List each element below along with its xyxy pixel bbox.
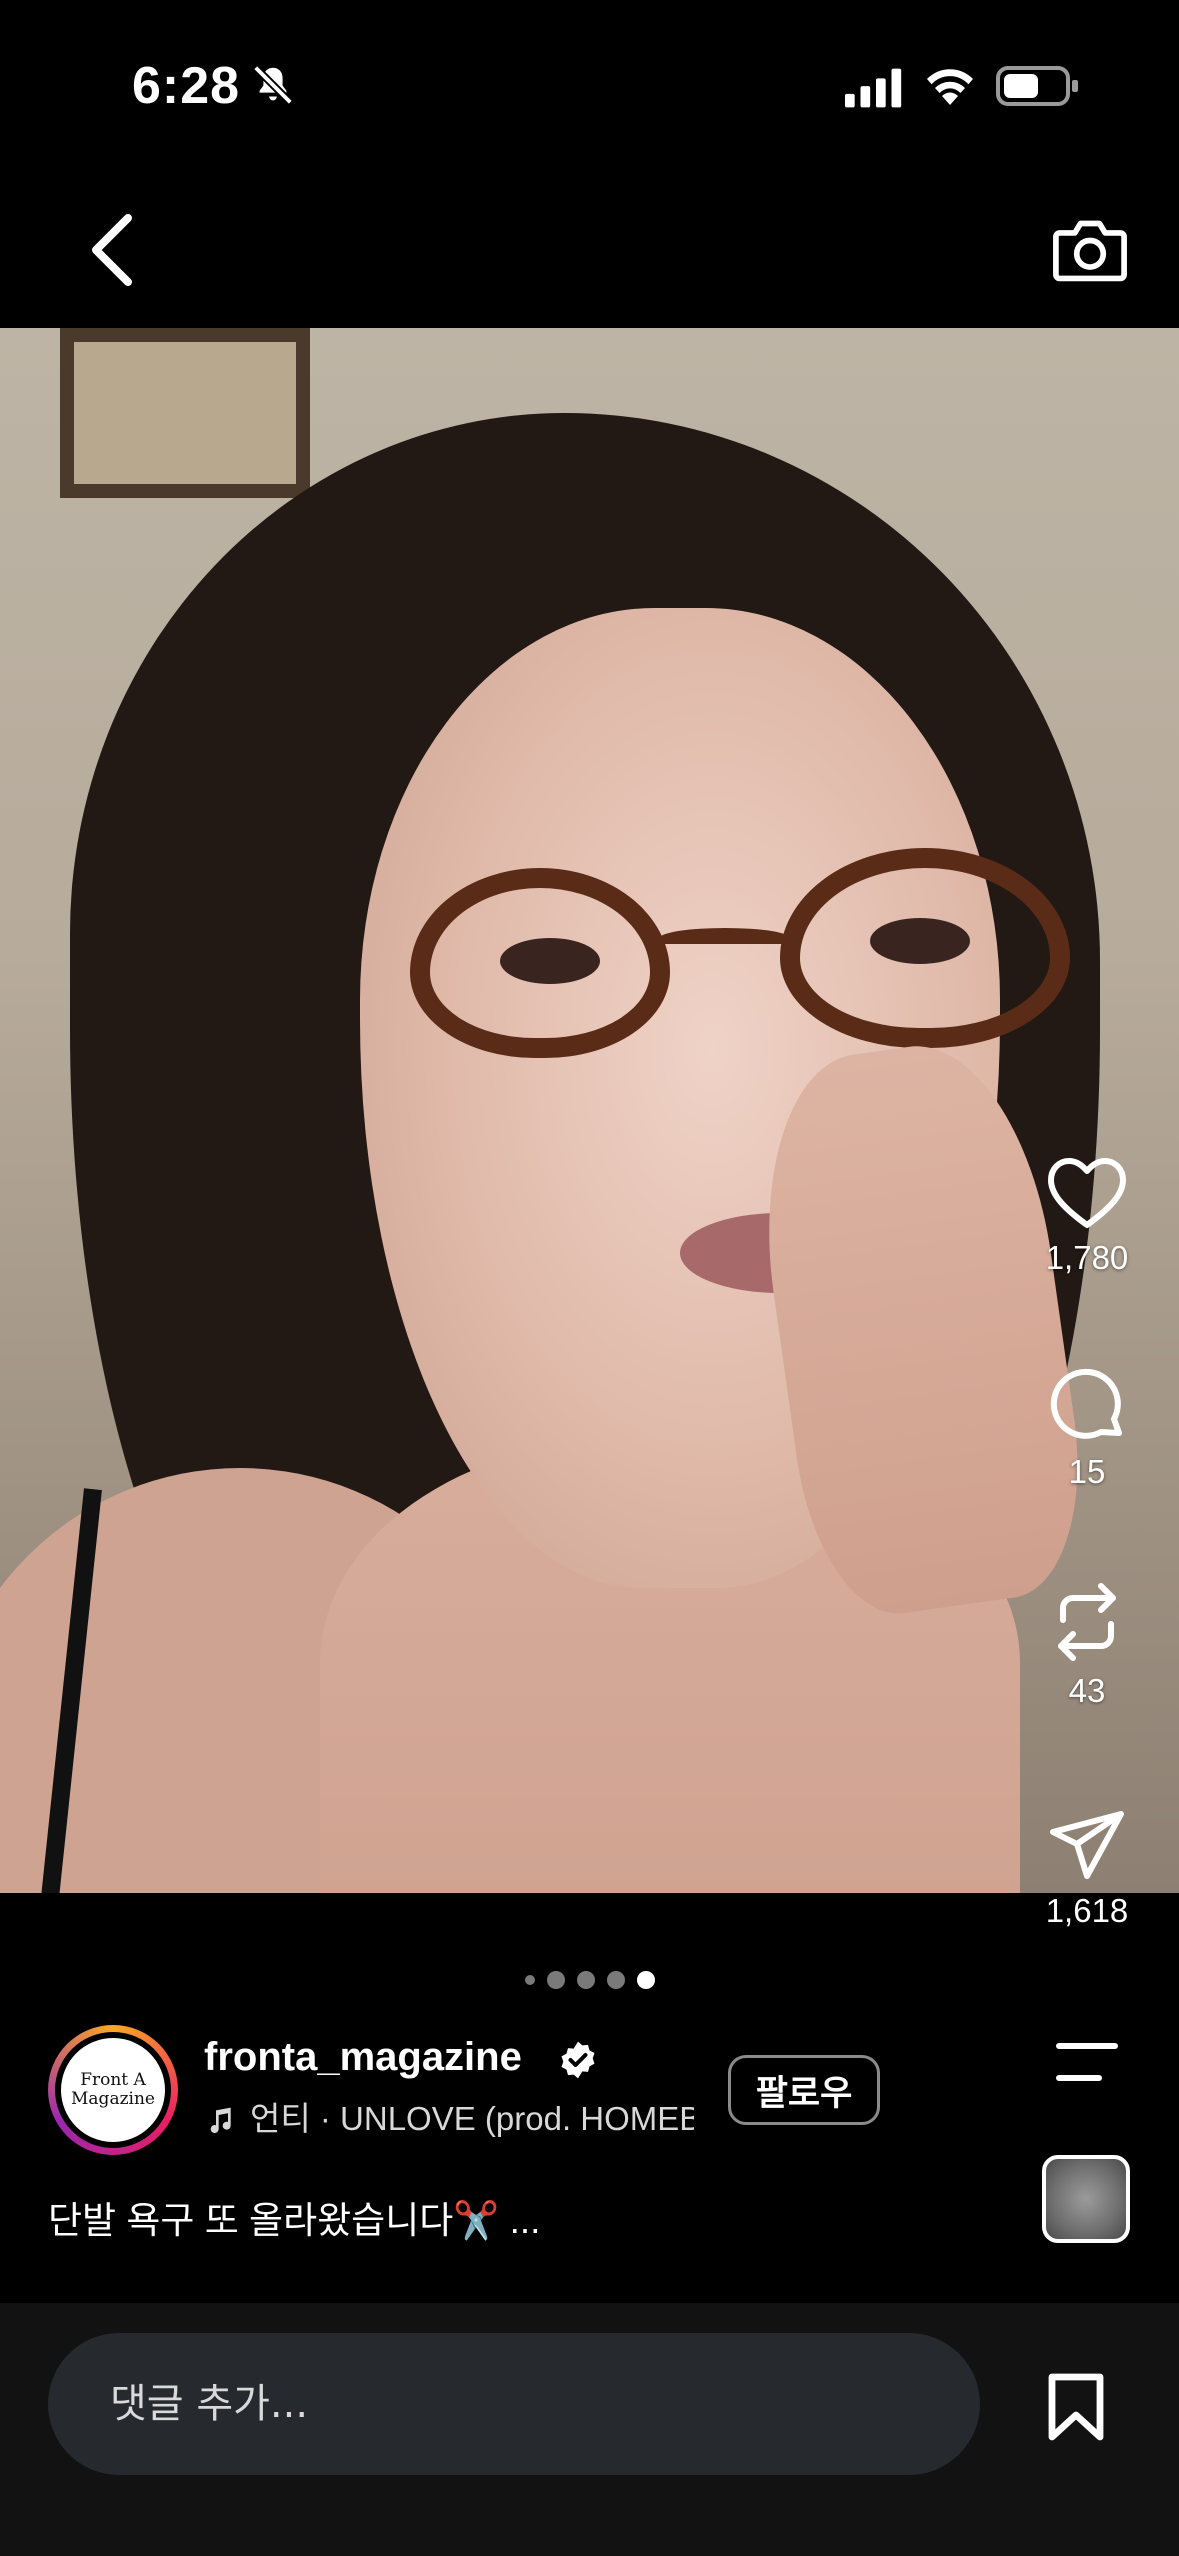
avatar-logo: Front A Magazine xyxy=(61,2038,165,2142)
repost-button[interactable]: 43 xyxy=(1032,1580,1142,1710)
bookmark-button[interactable] xyxy=(1046,2371,1106,2443)
post-photo[interactable] xyxy=(0,328,1179,1893)
comment-count: 15 xyxy=(1068,1453,1106,1490)
camera-button[interactable] xyxy=(1052,214,1128,286)
wifi-icon xyxy=(927,69,973,105)
author-username[interactable]: fronta_magazine xyxy=(204,2035,522,2080)
carousel-dot xyxy=(576,1971,595,1989)
wall-picture-frame xyxy=(60,328,310,498)
repost-arrows-icon xyxy=(1058,1583,1116,1661)
status-time: 6:28 xyxy=(132,57,241,115)
heart-icon xyxy=(1048,1158,1126,1228)
follow-button[interactable]: 팔로우 xyxy=(728,2055,880,2125)
photo-glasses-bridge xyxy=(660,928,790,948)
share-count: 1,618 xyxy=(1045,1892,1129,1929)
post-caption[interactable]: 단발 욕구 또 올라왔습니다✂️ ... xyxy=(48,2190,540,2244)
back-button[interactable] xyxy=(84,210,144,290)
carousel-dot-active xyxy=(636,1971,655,1989)
like-button[interactable]: 1,780 xyxy=(1032,1155,1142,1277)
music-title: 언티 · UNLOVE (prod. HOMEBOY) xyxy=(250,2100,694,2137)
battery-icon xyxy=(996,66,1078,106)
author-avatar[interactable]: Front A Magazine xyxy=(48,2025,178,2155)
carousel-dot xyxy=(524,1975,535,1985)
paper-plane-icon xyxy=(1050,1811,1124,1879)
muted-bell-icon xyxy=(253,65,293,105)
status-bar: 6:28 xyxy=(0,0,1179,170)
more-menu-button[interactable] xyxy=(1055,2040,1119,2084)
verified-badge-icon xyxy=(561,2041,595,2079)
share-button[interactable]: 1,618 xyxy=(1032,1808,1142,1930)
music-row[interactable]: 언티 · UNLOVE (prod. HOMEBOY) xyxy=(204,2092,694,2138)
media-thumbnail-button[interactable] xyxy=(1042,2155,1130,2243)
carousel-dot xyxy=(546,1971,565,1989)
comment-bar xyxy=(0,2303,1179,2556)
comment-bubble-icon xyxy=(1050,1368,1122,1439)
music-note-icon xyxy=(210,2107,231,2134)
cellular-signal-icon xyxy=(845,68,902,108)
repost-count: 43 xyxy=(1068,1672,1106,1709)
carousel-dot xyxy=(606,1971,625,1989)
comment-button[interactable]: 15 xyxy=(1032,1365,1142,1491)
comment-input[interactable] xyxy=(48,2333,980,2475)
like-count: 1,780 xyxy=(1045,1239,1129,1276)
carousel-indicator xyxy=(0,1968,1179,1992)
